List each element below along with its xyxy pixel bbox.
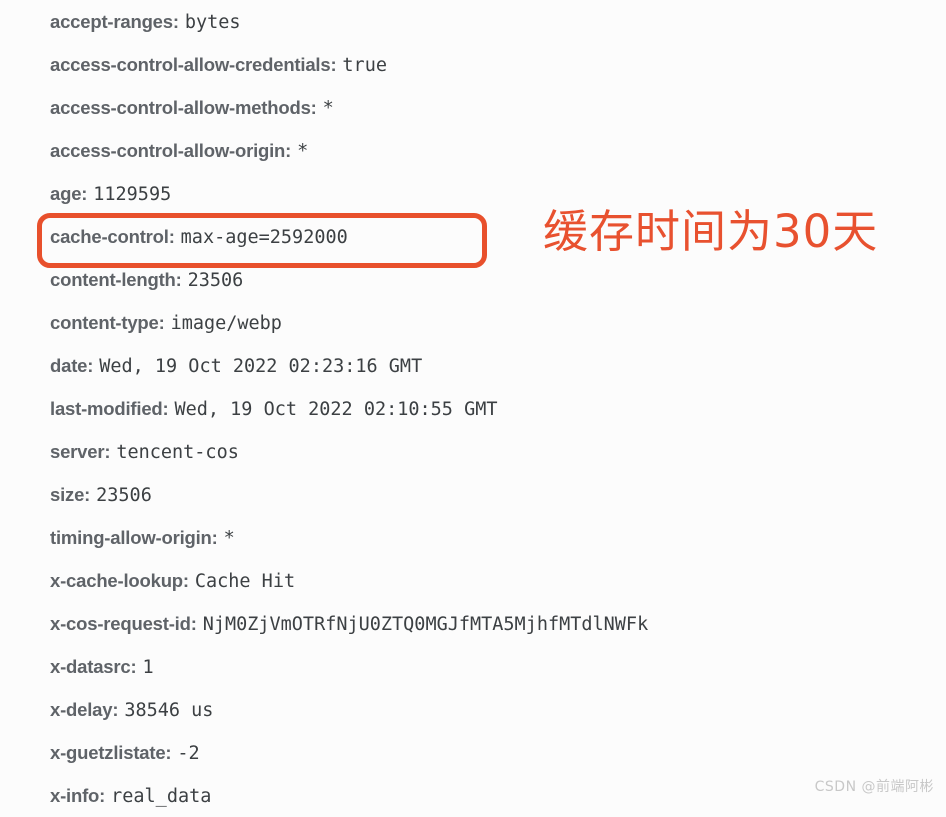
header-row[interactable]: x-cos-request-id: NjM0ZjVmOTRfNjU0ZTQ0MGJ… (50, 602, 648, 645)
header-name: x-cos-request-id: (50, 613, 197, 634)
header-value: Wed, 19 Oct 2022 02:23:16 GMT (99, 356, 423, 377)
header-name: access-control-allow-methods: (50, 97, 317, 118)
header-value: NjM0ZjVmOTRfNjU0ZTQ0MGJfMTA5MjhfMTdlNWFk (202, 614, 649, 635)
header-row[interactable]: x-info: real_data (50, 774, 211, 817)
header-name: server: (50, 441, 111, 462)
header-row[interactable]: x-cache-lookup: Cache Hit (50, 559, 295, 602)
header-value: 38546 us (124, 700, 214, 721)
header-row[interactable]: age: 1129595 (50, 172, 171, 215)
header-name: access-control-allow-credentials: (50, 54, 337, 75)
header-row[interactable]: x-datasrc: 1 (50, 645, 154, 688)
header-name: x-guetzlistate: (50, 742, 172, 763)
header-name: accept-ranges: (50, 11, 179, 32)
header-value: bytes (184, 12, 241, 33)
annotation-cache-duration: 缓存时间为30天 (543, 205, 879, 258)
header-row[interactable]: last-modified: Wed, 19 Oct 2022 02:10:55 … (50, 387, 498, 430)
header-row[interactable]: access-control-allow-origin: * (50, 129, 308, 172)
header-value: Cache Hit (194, 571, 296, 592)
header-value: real_data (111, 786, 212, 807)
header-value: tencent-cos (116, 442, 239, 463)
header-value: 1 (142, 657, 154, 678)
header-name: x-delay: (50, 699, 119, 720)
header-name: access-control-allow-origin: (50, 140, 292, 161)
header-row[interactable]: x-guetzlistate: -2 (50, 731, 200, 774)
header-row[interactable]: content-type: image/webp (50, 301, 282, 344)
header-name: content-length: (50, 269, 182, 290)
header-row[interactable]: x-delay: 38546 us (50, 688, 213, 731)
watermark: CSDN @前端阿彬 (814, 779, 934, 795)
header-value: max-age=2592000 (180, 227, 348, 248)
header-name: size: (50, 484, 91, 505)
header-row[interactable]: date: Wed, 19 Oct 2022 02:23:16 GMT (50, 344, 422, 387)
header-value: * (223, 528, 235, 549)
header-value: Wed, 19 Oct 2022 02:10:55 GMT (174, 399, 498, 420)
header-name: x-cache-lookup: (50, 570, 189, 591)
header-name: content-type: (50, 312, 165, 333)
header-row[interactable]: accept-ranges: bytes (50, 0, 241, 43)
header-value: 23506 (96, 485, 152, 506)
header-row[interactable]: size: 23506 (50, 473, 152, 516)
header-value: * (322, 98, 334, 119)
header-row[interactable]: timing-allow-origin: * (50, 516, 235, 559)
header-value: image/webp (170, 313, 282, 334)
header-row[interactable]: server: tencent-cos (50, 430, 239, 473)
header-name: last-modified: (50, 398, 169, 419)
header-name: x-datasrc: (50, 656, 137, 677)
header-value: -2 (177, 743, 200, 764)
header-name: age: (50, 183, 88, 204)
header-value: 1129595 (93, 184, 172, 205)
header-name: cache-control: (50, 226, 175, 247)
header-value: true (342, 55, 387, 76)
header-name: x-info: (50, 785, 106, 806)
header-row-cache-control[interactable]: cache-control: max-age=2592000 (50, 215, 348, 258)
header-value: 23506 (187, 270, 244, 291)
header-row[interactable]: access-control-allow-methods: * (50, 86, 334, 129)
header-name: date: (50, 355, 94, 376)
header-row[interactable]: access-control-allow-credentials: true (50, 43, 387, 86)
header-row[interactable]: content-length: 23506 (50, 258, 243, 301)
response-headers-panel: accept-ranges: bytes access-control-allow… (0, 0, 946, 807)
header-name: timing-allow-origin: (50, 527, 218, 548)
header-value: * (297, 141, 309, 162)
